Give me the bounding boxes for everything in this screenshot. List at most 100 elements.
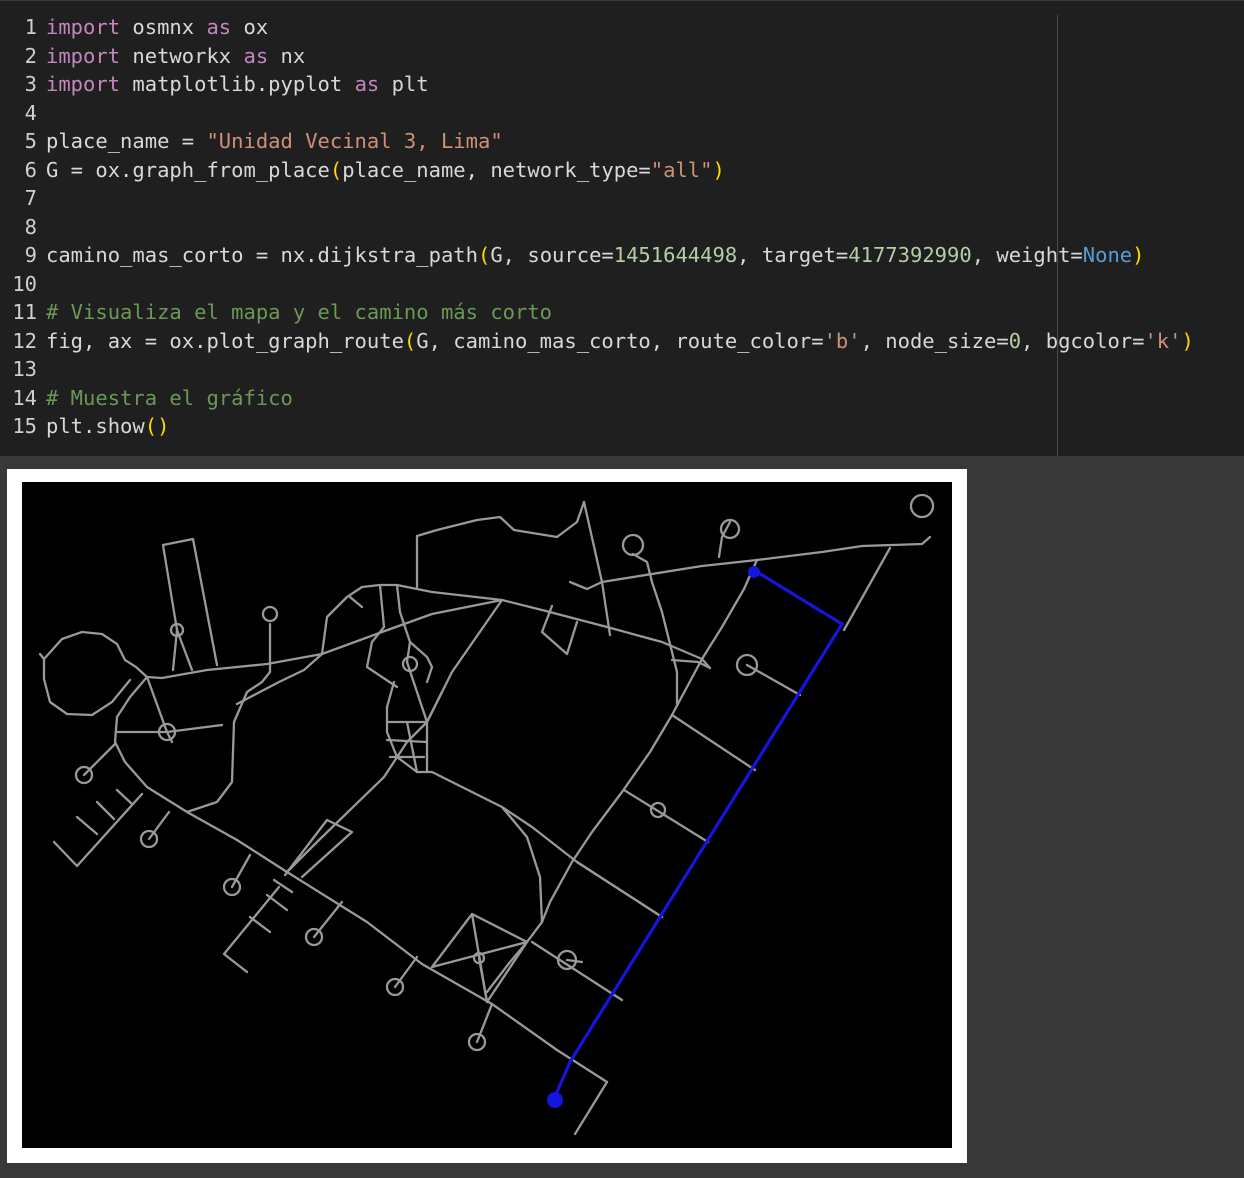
code-token: "Unidad Vecinal 3, Lima" xyxy=(206,129,503,153)
street-edge xyxy=(235,838,609,1084)
line-code: camino_mas_corto = nx.dijkstra_path(G, s… xyxy=(46,241,1145,270)
street-edge xyxy=(530,940,624,1002)
code-token: 1451644498 xyxy=(613,243,738,267)
code-token: # Muestra el gráfico xyxy=(46,385,293,410)
dead-end-loop xyxy=(909,493,935,519)
street-edge xyxy=(385,738,429,744)
street-edge xyxy=(320,598,504,656)
route-line xyxy=(555,570,844,1094)
line-number: 13 xyxy=(12,357,37,381)
code-token: , weight= xyxy=(971,243,1083,267)
line-code: import osmnx as ox xyxy=(46,13,268,42)
street-edge xyxy=(161,543,179,672)
code-token: plt.show xyxy=(46,414,145,438)
street-edge xyxy=(161,537,219,667)
street-edge xyxy=(75,815,99,836)
code-token: 'b' xyxy=(823,328,861,353)
plot-figure xyxy=(7,469,967,1163)
dead-end-loops xyxy=(74,493,935,1052)
street-edge xyxy=(415,500,586,539)
street-edge xyxy=(312,900,344,939)
route-origin-marker xyxy=(748,566,760,578)
street-edge xyxy=(477,956,489,1004)
street-edge xyxy=(565,958,584,964)
code-token: as xyxy=(354,72,380,96)
street-edge xyxy=(415,770,664,919)
street-edge xyxy=(842,546,892,632)
code-token: G, camino_mas_corto, route_color= xyxy=(416,328,824,353)
street-edge xyxy=(283,818,354,879)
code-token: ) xyxy=(1181,328,1194,353)
shortest-path-route xyxy=(547,566,844,1108)
street-edge xyxy=(38,652,46,661)
street-network-map xyxy=(38,493,935,1136)
line-code: # Muestra el gráfico xyxy=(46,384,293,413)
line-number: 15 xyxy=(12,414,37,438)
code-token: 4177392990 xyxy=(848,243,972,267)
street-edge xyxy=(622,788,710,844)
street-edge xyxy=(670,713,757,772)
street-edge xyxy=(540,604,579,656)
code-token: plt xyxy=(379,72,429,96)
line-number: 7 xyxy=(24,186,37,210)
street-edge xyxy=(113,675,239,842)
code-token: , node_size= xyxy=(860,328,1009,353)
street-edge xyxy=(42,630,324,680)
street-edge xyxy=(475,1002,494,1044)
code-token: ) xyxy=(712,157,725,182)
code-token: ox xyxy=(231,15,269,39)
code-token: # Visualiza el mapa y el camino más cort… xyxy=(46,300,553,324)
street-edge xyxy=(755,535,932,562)
code-token: camino_mas_corto = nx.dijkstra_path xyxy=(46,243,478,267)
code-token: fig, ax = ox.plot_graph_route xyxy=(46,328,404,353)
line-number: 2 xyxy=(24,43,37,68)
street-edge xyxy=(222,885,281,974)
line-number: 1 xyxy=(24,15,37,39)
street-edge xyxy=(582,500,612,637)
street-edge xyxy=(248,915,272,934)
line-code: # Visualiza el mapa y el camino más cort… xyxy=(46,298,552,327)
code-token: as xyxy=(206,15,232,39)
line-code: fig, ax = ox.plot_graph_route(G, camino_… xyxy=(46,327,1194,356)
line-code: G = ox.graph_from_place(place_name, netw… xyxy=(46,156,725,185)
line-number: 14 xyxy=(12,385,37,410)
code-token: 'k' xyxy=(1144,328,1182,353)
line-number: 11 xyxy=(12,300,37,324)
code-token: None xyxy=(1082,243,1133,267)
plot-axes xyxy=(22,482,952,1148)
code-token: import xyxy=(46,72,121,96)
street-edge xyxy=(265,893,289,912)
line-number: 3 xyxy=(24,72,37,96)
code-token: ( xyxy=(477,243,491,267)
code-cell[interactable]: 1 import osmnx as ox 2 import networkx as n… xyxy=(0,0,1244,457)
street-edge xyxy=(52,792,144,868)
line-number: 4 xyxy=(24,100,37,125)
code-token: networkx xyxy=(120,43,244,68)
street-edge xyxy=(385,680,419,774)
street-edge xyxy=(115,788,134,806)
street-edge xyxy=(573,1080,609,1136)
code-token: G, source= xyxy=(490,243,614,267)
line-code: plt.show() xyxy=(46,412,169,441)
street-edge xyxy=(600,558,759,584)
cell-output xyxy=(0,456,1244,1178)
dead-end-loop xyxy=(261,605,279,623)
street-edge xyxy=(525,558,759,944)
code-token: , target= xyxy=(737,243,849,267)
code-token: ) xyxy=(1132,243,1145,267)
street-edge xyxy=(42,657,132,717)
route-destination-marker xyxy=(547,1092,563,1108)
code-token: import xyxy=(46,15,121,39)
code-token: place_name = xyxy=(46,129,207,153)
street-edge xyxy=(230,853,252,889)
street-edge xyxy=(348,595,364,609)
code-token: as xyxy=(243,43,269,68)
street-edge xyxy=(82,742,117,777)
street-edge xyxy=(568,580,604,591)
line-code: place_name = "Unidad Vecinal 3, Lima" xyxy=(46,127,503,156)
code-token: matplotlib.pyplot xyxy=(120,72,355,96)
line-code: import matplotlib.pyplot as plt xyxy=(46,70,429,99)
line-number: 9 xyxy=(24,243,37,267)
line-number: 12 xyxy=(12,328,37,353)
code-token: , bgcolor= xyxy=(1021,328,1145,353)
